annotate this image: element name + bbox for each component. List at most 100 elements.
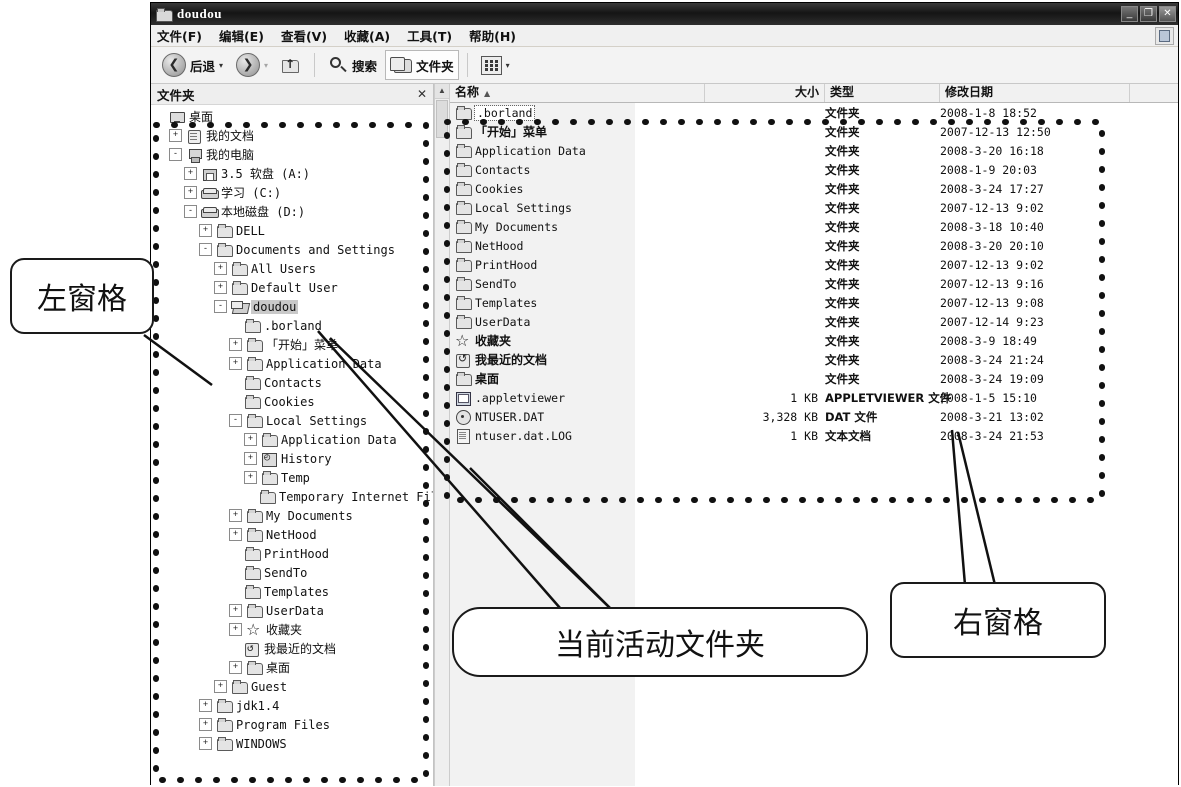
tree-item[interactable]: + 我的文档: [151, 126, 433, 145]
menu-view[interactable]: 查看(V): [281, 26, 327, 45]
tree-item[interactable]: 我最近的文档: [151, 639, 433, 658]
tree-item[interactable]: - doudou: [151, 297, 433, 316]
expand-toggle-icon[interactable]: +: [199, 737, 212, 750]
menu-help[interactable]: 帮助(H): [469, 26, 516, 45]
expand-toggle-icon[interactable]: +: [214, 262, 227, 275]
table-row[interactable]: 「开始」菜单 文件夹 2007-12-13 12:50: [450, 122, 1178, 141]
tree-item[interactable]: + DELL: [151, 221, 433, 240]
expand-toggle-icon[interactable]: +: [199, 718, 212, 731]
tree-item[interactable]: - Local Settings: [151, 411, 433, 430]
close-button[interactable]: ✕: [1159, 6, 1176, 22]
expand-toggle-icon[interactable]: +: [229, 357, 242, 370]
scrollbar-thumb[interactable]: [436, 100, 448, 138]
tree-item[interactable]: + 桌面: [151, 658, 433, 677]
tree-item[interactable]: + 学习 (C:): [151, 183, 433, 202]
tree-item[interactable]: + 收藏夹: [151, 620, 433, 639]
collapse-toggle-icon[interactable]: -: [214, 300, 227, 313]
table-row[interactable]: Application Data 文件夹 2008-3-20 16:18: [450, 141, 1178, 160]
table-row[interactable]: SendTo 文件夹 2007-12-13 9:16: [450, 274, 1178, 293]
expand-toggle-icon[interactable]: +: [184, 186, 197, 199]
menu-tools[interactable]: 工具(T): [407, 26, 452, 45]
table-row[interactable]: .appletviewer 1 KB APPLETVIEWER 文件 2008-1-5…: [450, 388, 1178, 407]
tree-item[interactable]: Temporary Internet Files: [151, 487, 433, 506]
expand-toggle-icon[interactable]: +: [199, 699, 212, 712]
expand-toggle-icon[interactable]: +: [214, 680, 227, 693]
menu-favorites[interactable]: 收藏(A): [344, 26, 390, 45]
menu-edit[interactable]: 编辑(E): [219, 26, 264, 45]
minimize-button[interactable]: _: [1121, 6, 1138, 22]
tree-item[interactable]: Cookies: [151, 392, 433, 411]
chevron-down-icon-views[interactable]: ▾: [506, 61, 510, 70]
tree-item[interactable]: - Documents and Settings: [151, 240, 433, 259]
tree-item[interactable]: + Application Data: [151, 430, 433, 449]
table-row[interactable]: Local Settings 文件夹 2007-12-13 9:02: [450, 198, 1178, 217]
back-button[interactable]: ❮ 后退 ▾: [157, 50, 228, 80]
collapse-toggle-icon[interactable]: -: [169, 148, 182, 161]
tree-item[interactable]: + My Documents: [151, 506, 433, 525]
table-row[interactable]: 桌面 文件夹 2008-3-24 19:09: [450, 369, 1178, 388]
tree-item[interactable]: + Temp: [151, 468, 433, 487]
expand-toggle-icon[interactable]: +: [229, 528, 242, 541]
tree-item[interactable]: Contacts: [151, 373, 433, 392]
tree-item[interactable]: SendTo: [151, 563, 433, 582]
table-row[interactable]: Templates 文件夹 2007-12-13 9:08: [450, 293, 1178, 312]
tree-item[interactable]: +3.5 软盘 (A:): [151, 164, 433, 183]
table-row[interactable]: .borland 文件夹 2008-1-8 18:52: [450, 103, 1178, 122]
table-row[interactable]: ntuser.dat.LOG 1 KB 文本文档 2008-3-24 21:53: [450, 426, 1178, 445]
collapse-toggle-icon[interactable]: -: [229, 414, 242, 427]
collapse-toggle-icon[interactable]: -: [199, 243, 212, 256]
menu-file[interactable]: 文件(F): [157, 26, 202, 45]
tree-item[interactable]: - 本地磁盘 (D:): [151, 202, 433, 221]
title-bar[interactable]: doudou _ ❐ ✕: [151, 3, 1178, 25]
expand-toggle-icon[interactable]: +: [244, 433, 257, 446]
table-row[interactable]: 我最近的文档 文件夹 2008-3-24 21:24: [450, 350, 1178, 369]
chevron-down-icon[interactable]: ▾: [219, 61, 223, 70]
table-row[interactable]: Cookies 文件夹 2008-3-24 17:27: [450, 179, 1178, 198]
table-row[interactable]: UserData 文件夹 2007-12-14 9:23: [450, 312, 1178, 331]
column-header-date[interactable]: 修改日期: [940, 84, 1130, 102]
table-row[interactable]: Contacts 文件夹 2008-1-9 20:03: [450, 160, 1178, 179]
expand-toggle-icon[interactable]: +: [199, 224, 212, 237]
expand-toggle-icon[interactable]: +: [244, 471, 257, 484]
expand-toggle-icon[interactable]: +: [169, 129, 182, 142]
table-row[interactable]: NetHood 文件夹 2008-3-20 20:10: [450, 236, 1178, 255]
tree-item[interactable]: + Program Files: [151, 715, 433, 734]
table-row[interactable]: NTUSER.DAT 3,328 KB DAT 文件 2008-3-21 13:02: [450, 407, 1178, 426]
tree-item[interactable]: .borland: [151, 316, 433, 335]
tree-item[interactable]: PrintHood: [151, 544, 433, 563]
tree-item[interactable]: + UserData: [151, 601, 433, 620]
file-list[interactable]: .borland 文件夹 2008-1-8 18:52 「开始」菜单 文件夹 2007-1…: [450, 103, 1178, 786]
expand-toggle-icon[interactable]: +: [229, 509, 242, 522]
folders-button[interactable]: 文件夹: [385, 50, 459, 80]
expand-toggle-icon[interactable]: +: [229, 623, 242, 636]
table-row[interactable]: 收藏夹 文件夹 2008-3-9 18:49: [450, 331, 1178, 350]
search-button[interactable]: 搜索: [323, 50, 382, 80]
restore-button[interactable]: ❐: [1140, 6, 1157, 22]
close-icon[interactable]: ✕: [417, 87, 427, 101]
tree-item[interactable]: + All Users: [151, 259, 433, 278]
expand-toggle-icon[interactable]: +: [229, 338, 242, 351]
collapse-toggle-icon[interactable]: -: [184, 205, 197, 218]
tree-item[interactable]: + Guest: [151, 677, 433, 696]
tree-item[interactable]: 桌面: [151, 107, 433, 126]
tree-item[interactable]: + Default User: [151, 278, 433, 297]
expand-toggle-icon[interactable]: +: [244, 452, 257, 465]
folder-tree[interactable]: 桌面 + 我的文档 - 我的电脑 +3.5 软盘 (A:) + 学习 (C:) - 本地磁盘 (D…: [151, 105, 433, 786]
up-button[interactable]: [276, 50, 306, 80]
expand-toggle-icon[interactable]: +: [229, 604, 242, 617]
tree-item[interactable]: + 「开始」菜单: [151, 335, 433, 354]
column-header-name[interactable]: 名称 ▲: [450, 84, 705, 102]
table-row[interactable]: My Documents 文件夹 2008-3-18 10:40: [450, 217, 1178, 236]
column-header-type[interactable]: 类型: [825, 84, 940, 102]
table-row[interactable]: PrintHood 文件夹 2007-12-13 9:02: [450, 255, 1178, 274]
tree-item[interactable]: + NetHood: [151, 525, 433, 544]
forward-button[interactable]: ❯ ▾: [231, 50, 273, 80]
tree-item[interactable]: + WINDOWS: [151, 734, 433, 753]
tree-item[interactable]: Templates: [151, 582, 433, 601]
expand-toggle-icon[interactable]: +: [184, 167, 197, 180]
tree-item[interactable]: + jdk1.4: [151, 696, 433, 715]
tree-item[interactable]: + History: [151, 449, 433, 468]
expand-toggle-icon[interactable]: +: [229, 661, 242, 674]
folder-tree-scrollbar[interactable]: ▲: [434, 84, 450, 786]
views-button[interactable]: ▾: [476, 50, 515, 80]
